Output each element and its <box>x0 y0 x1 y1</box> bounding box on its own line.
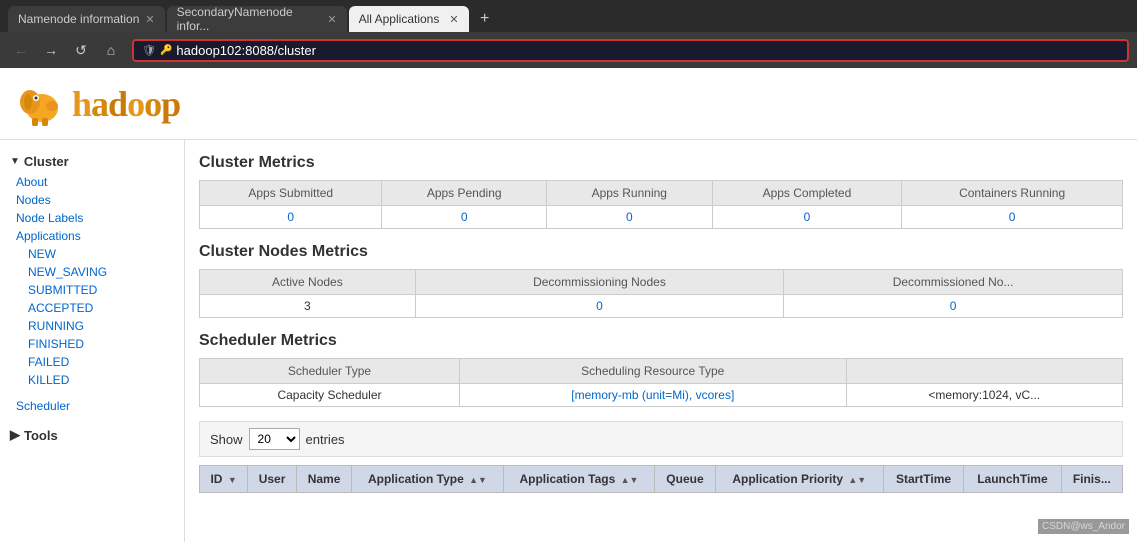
val-apps-pending: 0 <box>382 206 547 229</box>
page-wrapper: hadoop ▼ Cluster About Nodes Node Labels… <box>0 68 1137 542</box>
sidebar-item-node-labels[interactable]: Node Labels <box>0 209 184 227</box>
col-scheduler-type: Scheduler Type <box>200 359 460 384</box>
scheduler-metrics-title: Scheduler Metrics <box>199 332 1123 350</box>
sidebar-item-applications[interactable]: Applications <box>0 227 184 245</box>
col-apps-submitted: Apps Submitted <box>200 181 382 206</box>
sidebar-item-new[interactable]: NEW <box>0 245 184 263</box>
address-input[interactable] <box>176 43 1119 58</box>
col-apps-completed: Apps Completed <box>712 181 902 206</box>
browser-tabs: Namenode information ✕ SecondaryNamenode… <box>8 0 499 32</box>
col-apps-pending: Apps Pending <box>382 181 547 206</box>
cluster-label: Cluster <box>24 154 69 169</box>
col-active-nodes: Active Nodes <box>200 270 416 295</box>
col-decommissioning-nodes: Decommissioning Nodes <box>415 270 783 295</box>
apps-col-app-tags: Application Tags ▲▼ <box>503 466 654 493</box>
cluster-nodes-title: Cluster Nodes Metrics <box>199 243 1123 261</box>
sidebar-item-nodes[interactable]: Nodes <box>0 191 184 209</box>
tab-close-all-apps[interactable]: ✕ <box>449 13 458 26</box>
address-lock-icon: 🔑 <box>160 45 172 56</box>
val-active-nodes: 3 <box>200 295 416 318</box>
col-decommissioned-nodes: Decommissioned No... <box>784 270 1123 295</box>
sidebar-item-finished[interactable]: FINISHED <box>0 335 184 353</box>
sidebar-item-accepted[interactable]: ACCEPTED <box>0 299 184 317</box>
tab-label: All Applications <box>359 12 440 26</box>
app-priority-sort-icon[interactable]: ▲▼ <box>848 475 866 485</box>
tab-all-applications[interactable]: All Applications ✕ <box>349 6 469 32</box>
reload-button[interactable]: ↺ <box>68 37 94 63</box>
col-containers-running: Containers Running <box>902 181 1123 206</box>
cluster-nodes-row: 3 0 0 <box>200 295 1123 318</box>
tab-secondary-namenode[interactable]: SecondaryNamenode infor... ✕ <box>167 6 347 32</box>
home-button[interactable]: ⌂ <box>98 37 124 63</box>
sidebar-item-new-saving[interactable]: NEW_SAVING <box>0 263 184 281</box>
scheduler-metrics-table: Scheduler Type Scheduling Resource Type … <box>199 358 1123 407</box>
cluster-metrics-table: Apps Submitted Apps Pending Apps Running… <box>199 180 1123 229</box>
apps-col-id: ID ▼ <box>200 466 248 493</box>
sidebar-item-killed[interactable]: KILLED <box>0 371 184 389</box>
col-apps-running: Apps Running <box>546 181 712 206</box>
main-layout: ▼ Cluster About Nodes Node Labels Applic… <box>0 140 1137 542</box>
address-shield-icon: 🛡 <box>142 44 156 57</box>
hadoop-elephant-icon <box>16 78 68 130</box>
show-entries-select[interactable]: 20 50 100 <box>249 428 300 450</box>
show-label: Show <box>210 432 243 447</box>
app-tags-sort-icon[interactable]: ▲▼ <box>621 475 639 485</box>
forward-button[interactable]: → <box>38 37 64 63</box>
hadoop-logo-text: hadoop <box>72 83 180 125</box>
apps-col-user: User <box>248 466 297 493</box>
new-tab-button[interactable]: + <box>471 6 499 32</box>
tab-namenode[interactable]: Namenode information ✕ <box>8 6 165 32</box>
cluster-metrics-row: 0 0 0 0 0 <box>200 206 1123 229</box>
val-decommissioned-nodes: 0 <box>784 295 1123 318</box>
app-type-sort-icon[interactable]: ▲▼ <box>469 475 487 485</box>
sidebar-item-submitted[interactable]: SUBMITTED <box>0 281 184 299</box>
cluster-arrow-icon: ▼ <box>10 156 20 167</box>
main-content: Cluster Metrics Apps Submitted Apps Pend… <box>185 140 1137 542</box>
col-scheduling-resource-type: Scheduling Resource Type <box>459 359 846 384</box>
sidebar-item-running[interactable]: RUNNING <box>0 317 184 335</box>
sidebar-item-failed[interactable]: FAILED <box>0 353 184 371</box>
nav-buttons: ← → ↺ ⌂ <box>8 37 124 63</box>
apps-col-start-time: StartTime <box>883 466 963 493</box>
apps-col-queue: Queue <box>655 466 716 493</box>
apps-col-launch-time: LaunchTime <box>964 466 1061 493</box>
val-scheduling-resource-type: [memory-mb (unit=Mi), vcores] <box>459 384 846 407</box>
tab-label: Namenode information <box>18 12 139 26</box>
col-scheduler-extra <box>846 359 1122 384</box>
applications-table: ID ▼ User Name Application Type ▲▼ Appli… <box>199 465 1123 493</box>
val-decommissioning-nodes: 0 <box>415 295 783 318</box>
cluster-nodes-table: Active Nodes Decommissioning Nodes Decom… <box>199 269 1123 318</box>
show-entries-bar: Show 20 50 100 entries <box>199 421 1123 457</box>
sidebar-item-about[interactable]: About <box>0 173 184 191</box>
sidebar-tools-section[interactable]: ▶ Tools <box>0 423 184 447</box>
val-scheduler-type: Capacity Scheduler <box>200 384 460 407</box>
page-header: hadoop <box>0 68 1137 140</box>
tab-close-namenode[interactable]: ✕ <box>145 13 154 26</box>
browser-addressbar: ← → ↺ ⌂ 🛡 🔑 <box>0 32 1137 68</box>
val-containers-running: 0 <box>902 206 1123 229</box>
apps-col-app-priority: Application Priority ▲▼ <box>715 466 883 493</box>
val-apps-submitted: 0 <box>200 206 382 229</box>
browser-titlebar: Namenode information ✕ SecondaryNamenode… <box>0 0 1137 32</box>
sidebar-item-scheduler[interactable]: Scheduler <box>0 397 184 415</box>
apps-col-app-type: Application Type ▲▼ <box>352 466 503 493</box>
tools-label: Tools <box>24 428 58 443</box>
scheduler-row: Capacity Scheduler [memory-mb (unit=Mi),… <box>200 384 1123 407</box>
val-apps-running: 0 <box>546 206 712 229</box>
entries-label: entries <box>306 432 345 447</box>
cluster-metrics-title: Cluster Metrics <box>199 154 1123 172</box>
sidebar: ▼ Cluster About Nodes Node Labels Applic… <box>0 140 185 542</box>
tab-label: SecondaryNamenode infor... <box>177 5 322 33</box>
tab-close-secondary[interactable]: ✕ <box>327 13 336 26</box>
id-sort-icon[interactable]: ▼ <box>228 475 237 485</box>
val-apps-completed: 0 <box>712 206 902 229</box>
address-bar[interactable]: 🛡 🔑 <box>132 39 1129 62</box>
tools-arrow-icon: ▶ <box>10 427 20 443</box>
back-button[interactable]: ← <box>8 37 34 63</box>
apps-col-name: Name <box>296 466 351 493</box>
apps-col-finish: Finis... <box>1061 466 1122 493</box>
hadoop-logo: hadoop <box>16 78 180 130</box>
val-scheduler-extra: <memory:1024, vC... <box>846 384 1122 407</box>
cluster-section-title: ▼ Cluster <box>0 150 184 173</box>
